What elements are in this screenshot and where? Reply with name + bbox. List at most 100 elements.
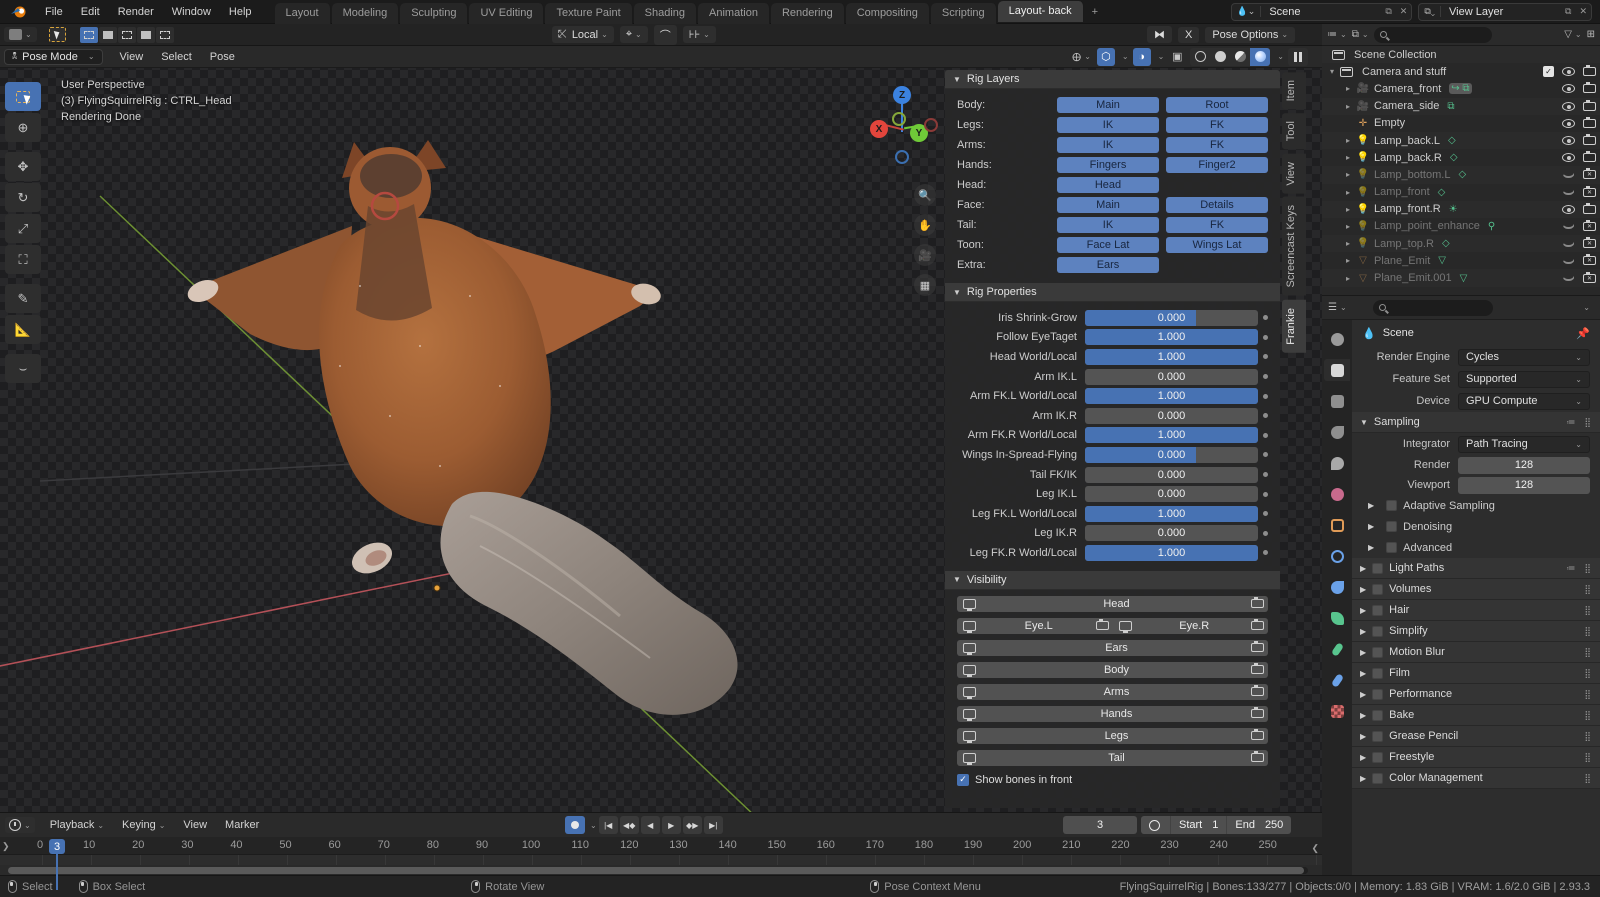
rig-layer-button[interactable]: Face Lat	[1057, 237, 1159, 253]
camera-render-icon[interactable]	[1583, 151, 1596, 163]
editor-type-button[interactable]: ⌄	[4, 27, 37, 42]
collapsed-panel-header[interactable]: ▶ Light Paths ≔ ⣿	[1352, 558, 1600, 579]
collapsed-panel-header[interactable]: ▶ Performance ⣿	[1352, 684, 1600, 705]
camera-toggle-icon[interactable]	[1251, 751, 1264, 763]
rig-layer-button[interactable]: Finger2	[1166, 157, 1268, 173]
panel-visibility-header[interactable]: ▼ Visibility	[945, 570, 1280, 590]
viewport-menu-view[interactable]: View	[111, 46, 153, 69]
shading-material[interactable]	[1230, 48, 1250, 66]
drag-handle-icon[interactable]: ⣿	[1584, 563, 1592, 574]
animate-dot[interactable]	[1263, 413, 1268, 419]
rig-layer-button[interactable]: Main	[1057, 97, 1159, 113]
add-workspace-button[interactable]: +	[1085, 3, 1105, 21]
zoom-icon[interactable]: 🔍	[914, 184, 936, 206]
outliner-object-row[interactable]: ▸ 🎥 Camera_front ↪ ⧉	[1322, 80, 1600, 97]
new-collection-button[interactable]: ⊞	[1587, 29, 1595, 40]
eye-icon[interactable]	[1562, 136, 1575, 146]
camera-render-icon[interactable]: ✕	[1583, 271, 1596, 283]
camera-toggle-icon[interactable]	[1251, 729, 1264, 741]
outliner-object-row[interactable]: ▸ ▽ Plane_Emit ▽ ✕	[1322, 252, 1600, 269]
visibility-row[interactable]: Legs	[957, 727, 1268, 744]
rig-property-slider[interactable]: 1.000	[1085, 388, 1258, 405]
tab-tool[interactable]	[1324, 328, 1350, 350]
tab-render[interactable]	[1324, 359, 1350, 381]
tab-texture[interactable]	[1324, 700, 1350, 722]
eye-icon[interactable]	[1562, 153, 1575, 163]
expand-arrow[interactable]: ▸	[1346, 188, 1356, 197]
menu-edit[interactable]: Edit	[72, 0, 109, 24]
monitor-icon[interactable]	[963, 708, 976, 721]
rig-property-slider[interactable]: 1.000	[1085, 544, 1258, 561]
rig-property-slider[interactable]: 0.000	[1085, 407, 1258, 424]
jump-to-end-button[interactable]: ▶|	[703, 816, 723, 834]
drag-handle-icon[interactable]: ⣿	[1584, 584, 1592, 595]
expand-arrow[interactable]: ▸	[1346, 102, 1356, 111]
monitor-icon[interactable]	[963, 752, 976, 765]
camera-render-icon[interactable]	[1583, 202, 1596, 214]
expand-arrow[interactable]: ▸	[1346, 239, 1356, 248]
rig-layer-button[interactable]: Head	[1057, 177, 1159, 193]
expand-arrow[interactable]: ▸	[1346, 136, 1356, 145]
menu-help[interactable]: Help	[220, 0, 261, 24]
use-preview-range-button[interactable]	[1141, 816, 1170, 834]
checkbox-empty-icon[interactable]	[1372, 625, 1384, 637]
expand-arrow[interactable]: ▸	[1346, 256, 1356, 265]
rig-layer-button[interactable]: FK	[1166, 217, 1268, 233]
tab-scene[interactable]	[1324, 452, 1350, 474]
rig-layer-button[interactable]: IK	[1057, 117, 1159, 133]
drag-handle-icon[interactable]: ⣿	[1584, 752, 1592, 763]
outliner-object-row[interactable]: ✛ Empty	[1322, 115, 1600, 132]
camera-render-icon[interactable]: ✕	[1583, 219, 1596, 231]
collapsed-panel-header[interactable]: ▶ Color Management ⣿	[1352, 768, 1600, 789]
pivot-point-dropdown[interactable]: ⌖ ⌄	[619, 26, 648, 43]
sub-panel-row[interactable]: ▶ Denoising	[1352, 516, 1600, 537]
show-overlays-toggle[interactable]: ⬡	[1096, 47, 1115, 66]
visibility-row[interactable]: Tail	[957, 749, 1268, 766]
timeline-menu-playback[interactable]: Playback ⌄	[41, 813, 113, 837]
monitor-icon[interactable]	[963, 620, 976, 633]
animate-dot[interactable]	[1263, 550, 1268, 556]
snap-toggle[interactable]: ⌒	[653, 24, 677, 45]
timeline-track[interactable]	[0, 855, 1322, 865]
snap-target-dropdown[interactable]: ⊦⊦ ⌄	[682, 26, 716, 43]
tool-annotate[interactable]: ✎	[5, 284, 41, 313]
checkbox-empty-icon[interactable]	[1372, 604, 1384, 616]
rig-layer-button[interactable]: IK	[1057, 137, 1159, 153]
timeline-ruler[interactable]: 0 10 20 30 40 50 60 70 80 90 100 110 120 130 140 150 160…	[0, 837, 1322, 855]
playhead-frame-badge[interactable]: 3	[49, 839, 65, 854]
monitor-icon[interactable]	[963, 642, 976, 655]
play-reverse-button[interactable]: ◀	[640, 816, 660, 834]
rig-layer-button[interactable]: Ears	[1057, 257, 1159, 273]
rig-property-slider[interactable]: 0.000	[1085, 446, 1258, 463]
workspace-tab[interactable]: Shading	[633, 2, 698, 24]
outliner-object-row[interactable]: ▸ 💡 Lamp_front.R ☀	[1322, 200, 1600, 218]
rig-layer-button[interactable]: Fingers	[1057, 157, 1159, 173]
view-layer-copy-icon[interactable]: ⧉	[1561, 6, 1575, 17]
visibility-row[interactable]: Hands	[957, 705, 1268, 722]
tab-object-constraints[interactable]	[1324, 576, 1350, 598]
timeline-editor-type-button[interactable]: ⌄	[5, 817, 35, 833]
tab-view-layer[interactable]	[1324, 421, 1350, 443]
outliner-search-input[interactable]	[1373, 26, 1492, 43]
tool-rotate[interactable]: ↻	[5, 183, 41, 212]
eye-icon[interactable]	[1562, 189, 1575, 196]
rig-property-slider[interactable]: 0.000	[1085, 368, 1258, 385]
animate-dot[interactable]	[1263, 374, 1268, 380]
visibility-row-head[interactable]: Head	[957, 595, 1268, 612]
rig-layer-button[interactable]: FK	[1166, 137, 1268, 153]
workspace-tab[interactable]: Layout	[274, 2, 331, 24]
shading-rendered[interactable]	[1250, 47, 1271, 66]
render-samples-field[interactable]: 128	[1458, 456, 1590, 474]
auto-keying-toggle[interactable]	[565, 816, 585, 834]
eye-icon[interactable]	[1562, 172, 1575, 178]
monitor-icon[interactable]	[1118, 620, 1132, 633]
prev-keyframe-button[interactable]: ◀◆	[619, 816, 639, 834]
mode-dropdown[interactable]: 🕱 Pose Mode ⌄	[4, 48, 103, 65]
workspace-tab[interactable]: Modeling	[331, 2, 400, 24]
expand-arrow[interactable]: ▸	[1346, 222, 1356, 231]
eye-icon[interactable]	[1562, 118, 1575, 128]
navigation-gizmo[interactable]: Z X Y 🔍 ✋ 🎥 ▦	[862, 74, 942, 304]
timeline-menu-keying[interactable]: Keying ⌄	[113, 813, 174, 837]
timeline-menu-marker[interactable]: Marker	[216, 813, 268, 837]
feature-set-dropdown[interactable]: Supported ⌄	[1458, 370, 1590, 388]
